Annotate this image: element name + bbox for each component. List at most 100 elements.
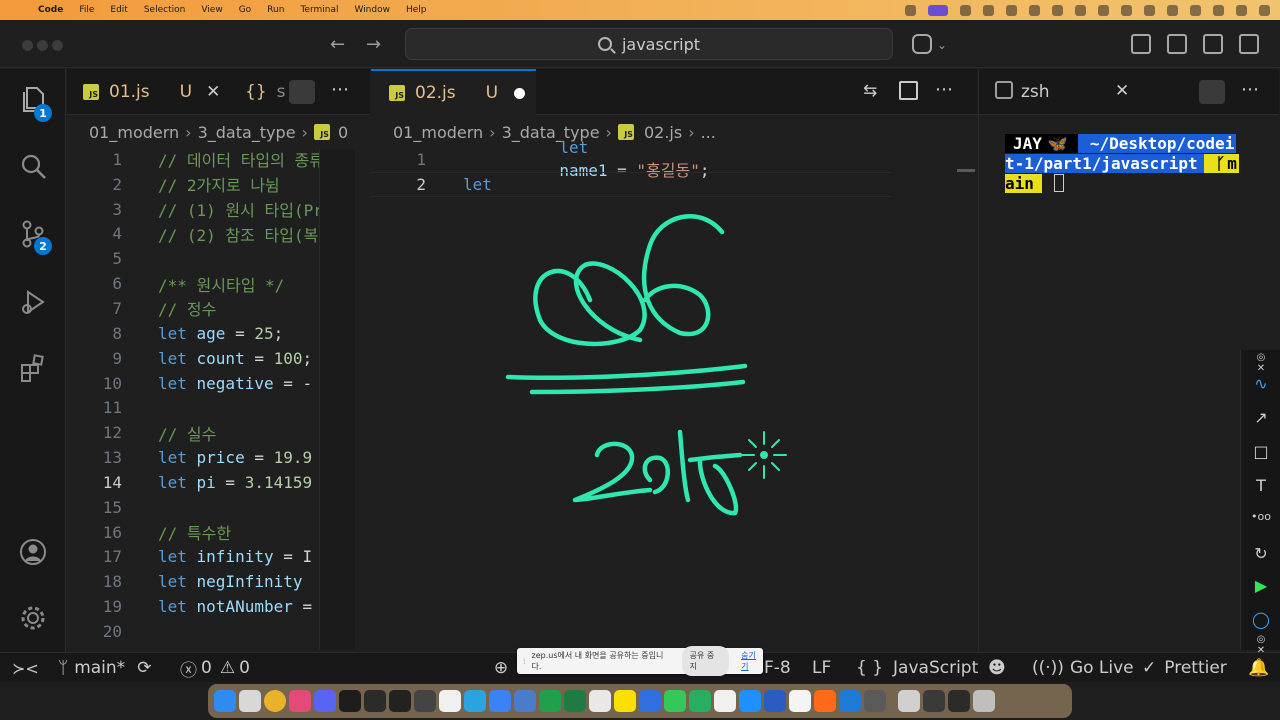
search-icon[interactable]: [18, 152, 48, 182]
text-tool-icon[interactable]: T: [1251, 476, 1271, 496]
status-app-icon[interactable]: [1029, 4, 1040, 16]
app-icon[interactable]: [589, 690, 611, 712]
split-editor-icon[interactable]: [899, 81, 918, 100]
zoom-icon[interactable]: ⊕: [490, 653, 512, 683]
stop-sharing-button[interactable]: 공유 중지: [681, 646, 730, 676]
discord-icon[interactable]: [314, 690, 336, 712]
toggle-panel-icon[interactable]: [1203, 34, 1223, 54]
close-icon[interactable]: ✕: [206, 82, 220, 102]
breadcrumb-folder[interactable]: 3_data_type: [198, 123, 296, 142]
bluetooth-icon[interactable]: [1190, 4, 1201, 16]
window-minimize-dot[interactable]: [37, 40, 48, 51]
go-live-button[interactable]: ((·)) Go Live: [1032, 653, 1134, 683]
menu-run[interactable]: Run: [267, 5, 284, 15]
menu-go[interactable]: Go: [239, 5, 251, 15]
hide-link[interactable]: 숨기기: [741, 650, 763, 672]
control-center-icon[interactable]: [1259, 4, 1270, 16]
app-icon[interactable]: [539, 690, 561, 712]
encoding-status[interactable]: F-8: [764, 653, 791, 683]
toolbar-controls-icon[interactable]: ◎ ✕: [1251, 352, 1271, 374]
status-brightness-icon[interactable]: [960, 4, 971, 16]
prettier-status[interactable]: ✓ Prettier: [1142, 653, 1227, 683]
branch-status[interactable]: ᛘ main* ⟳: [58, 653, 151, 683]
app-icon[interactable]: [739, 690, 761, 712]
app-icon[interactable]: [489, 690, 511, 712]
play-icon[interactable]: ▶: [1251, 576, 1271, 596]
chatgpt-icon[interactable]: [414, 690, 436, 712]
back-arrow-icon[interactable]: ←: [330, 34, 345, 55]
chrome-icon[interactable]: [264, 690, 286, 712]
menu-edit[interactable]: Edit: [110, 5, 127, 15]
notion-icon[interactable]: [389, 690, 411, 712]
messages-icon[interactable]: [664, 690, 686, 712]
more-actions-icon[interactable]: ⋯: [1241, 79, 1259, 100]
line-icon[interactable]: [689, 690, 711, 712]
lock-icon[interactable]: [1199, 80, 1225, 104]
toggle-secondary-sidebar-icon[interactable]: [1239, 34, 1259, 54]
unsaved-dot-icon[interactable]: [514, 87, 526, 99]
copilot-icon[interactable]: ☻: [988, 653, 1006, 683]
tab-02-js[interactable]: JS 02.js U: [371, 69, 536, 115]
connector-tool-icon[interactable]: •oo: [1251, 510, 1271, 530]
menu-help[interactable]: Help: [406, 5, 427, 15]
word-icon[interactable]: [764, 690, 786, 712]
toggle-sidebar-icon[interactable]: [1167, 34, 1187, 54]
minimap[interactable]: [319, 149, 355, 649]
breadcrumb-folder[interactable]: 01_modern: [89, 123, 179, 142]
problems-status[interactable]: ⓧ 0 ⚠ 0: [180, 653, 250, 683]
pen-tool-icon[interactable]: ∿: [1251, 374, 1271, 394]
copilot-chat-icon[interactable]: [912, 34, 932, 54]
telegram-icon[interactable]: [464, 690, 486, 712]
rectangle-tool-icon[interactable]: □: [1251, 442, 1271, 462]
forward-arrow-icon[interactable]: →: [366, 34, 381, 55]
app-icon[interactable]: [364, 690, 386, 712]
undo-redo-icon[interactable]: ↻: [1251, 544, 1271, 564]
language-status[interactable]: { } JavaScript: [856, 653, 978, 683]
status-app-icon[interactable]: [1052, 4, 1063, 16]
excel-icon[interactable]: [564, 690, 586, 712]
spotlight-icon[interactable]: [1236, 4, 1247, 16]
status-app-icon[interactable]: [1006, 4, 1017, 16]
more-actions-icon[interactable]: ⋯: [935, 79, 953, 100]
wifi-icon[interactable]: [1213, 4, 1224, 16]
status-app-icon[interactable]: [1075, 4, 1086, 16]
status-app-icon[interactable]: [1121, 4, 1132, 16]
lock-icon[interactable]: [289, 80, 315, 104]
cloud-icon[interactable]: [1144, 4, 1155, 16]
breadcrumb-file[interactable]: 0: [338, 123, 348, 142]
terminal-app-icon[interactable]: [339, 690, 361, 712]
arrow-tool-icon[interactable]: ↗: [1251, 408, 1271, 428]
calendar-icon[interactable]: [714, 690, 736, 712]
app-icon[interactable]: [789, 690, 811, 712]
status-screen-share-icon[interactable]: [928, 4, 948, 16]
vscode-icon[interactable]: [839, 690, 861, 712]
zoom-icon[interactable]: [639, 690, 661, 712]
more-actions-icon[interactable]: ⋯: [331, 79, 349, 100]
close-icon[interactable]: ✕: [1115, 81, 1129, 101]
extensions-icon[interactable]: [18, 353, 48, 383]
eol-status[interactable]: LF: [812, 653, 831, 683]
remote-icon[interactable]: ≻<: [12, 653, 39, 683]
slack-icon[interactable]: [289, 690, 311, 712]
menu-file[interactable]: File: [79, 5, 94, 15]
app-icon[interactable]: [514, 690, 536, 712]
stopwatch-icon[interactable]: ◯: [1251, 610, 1271, 630]
status-record-icon[interactable]: [905, 4, 916, 16]
status-app-icon[interactable]: [1098, 4, 1109, 16]
menu-selection[interactable]: Selection: [144, 5, 185, 15]
menu-window[interactable]: Window: [354, 5, 390, 15]
menu-app-name[interactable]: Code: [38, 5, 63, 15]
tab-json-file[interactable]: {} s: [245, 69, 286, 115]
app-icon[interactable]: [923, 690, 945, 712]
scrollbar-thumb[interactable]: [957, 169, 975, 172]
kakaotalk-icon[interactable]: [614, 690, 636, 712]
drag-handle-icon[interactable]: ⁞: [523, 657, 526, 666]
toolbar-footer-icon[interactable]: ◎ ✕: [1251, 634, 1271, 656]
launchpad-icon[interactable]: [239, 690, 261, 712]
firefox-icon[interactable]: [814, 690, 836, 712]
menu-terminal[interactable]: Terminal: [300, 5, 338, 15]
menu-view[interactable]: View: [201, 5, 222, 15]
app-icon[interactable]: [439, 690, 461, 712]
preview-icon[interactable]: [898, 690, 920, 712]
app-icon[interactable]: [864, 690, 886, 712]
